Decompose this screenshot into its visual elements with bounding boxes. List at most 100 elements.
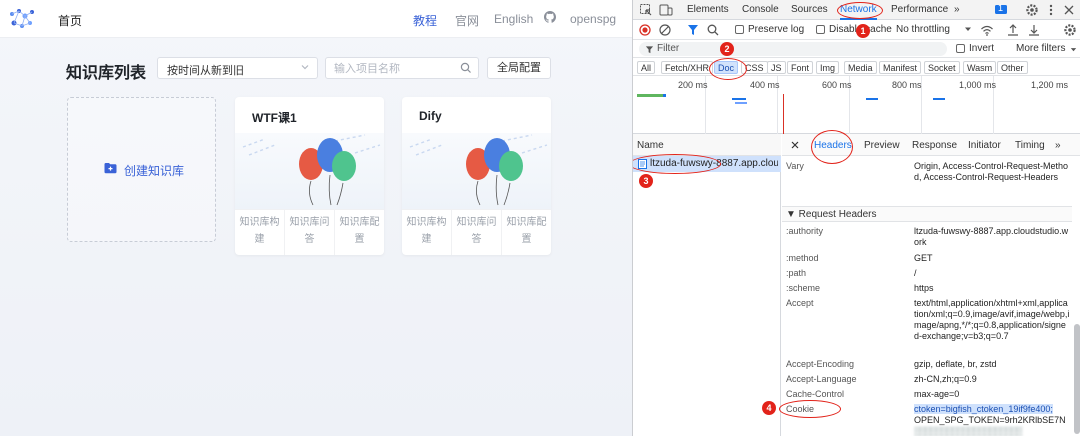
openspg-logo-icon[interactable] xyxy=(8,8,36,30)
timeline-tick-label: 600 ms xyxy=(822,80,852,90)
global-config-button[interactable]: 全局配置 xyxy=(487,57,551,79)
kb-card-actions: 知识库构建 知识库问答 知识库配置 xyxy=(235,209,384,255)
top-nav: 首页 教程 官网 English openspg xyxy=(0,0,632,38)
kb-build-action[interactable]: 知识库构建 xyxy=(402,210,452,255)
kb-card[interactable]: WTF课1 知识库构建 知识库问答 知识库配置 xyxy=(235,97,384,255)
annotation-ellipse-doc xyxy=(709,58,747,80)
tab-timing[interactable]: Timing xyxy=(1015,140,1045,151)
network-conditions-icon[interactable] xyxy=(980,23,994,37)
cookie-value-line2: OPEN_SPG_TOKEN=9rh2KRlbSE7N xyxy=(914,415,1066,425)
network-filter-bar: Filter Invert More filters xyxy=(633,40,1080,58)
header-value: Origin, Access-Control-Request-Method, A… xyxy=(914,161,1069,182)
sort-select[interactable]: 按时间从新到旧 xyxy=(157,57,318,79)
timeline-tick-label: 800 ms xyxy=(892,80,922,90)
search-icon[interactable] xyxy=(706,23,720,37)
annotation-ellipse-network xyxy=(837,2,883,19)
device-toggle-icon[interactable] xyxy=(659,3,673,17)
preserve-log-checkbox[interactable] xyxy=(735,25,744,34)
kb-config-action[interactable]: 知识库配置 xyxy=(502,210,551,255)
type-filter-socket[interactable]: Socket xyxy=(924,61,960,74)
type-filter-manifest[interactable]: Manifest xyxy=(879,61,922,74)
inspect-element-icon[interactable] xyxy=(639,3,653,17)
issues-count: 1 xyxy=(998,3,1004,13)
header-value: GET xyxy=(914,253,933,263)
timeline-bar xyxy=(866,98,878,100)
header-value: / xyxy=(914,268,917,278)
search-icon[interactable] xyxy=(460,62,472,74)
kb-card-actions: 知识库构建 知识库问答 知识库配置 xyxy=(402,209,551,255)
timeline-tick-label: 400 ms xyxy=(750,80,780,90)
tab-sources[interactable]: Sources xyxy=(791,4,828,15)
disable-cache-checkbox[interactable] xyxy=(816,25,825,34)
tab-elements[interactable]: Elements xyxy=(687,4,729,15)
search-field[interactable] xyxy=(325,57,479,79)
kb-config-action[interactable]: 知识库配置 xyxy=(335,210,384,255)
header-key: :method xyxy=(786,253,819,263)
type-filter-js[interactable]: JS xyxy=(767,61,786,74)
header-key: :scheme xyxy=(786,283,821,293)
gear-icon[interactable] xyxy=(1063,23,1077,37)
tab-preview[interactable]: Preview xyxy=(864,140,900,151)
tabs-overflow-button[interactable]: » xyxy=(954,4,960,15)
annotation-marker-2: 2 xyxy=(720,42,734,56)
timeline-tick-label: 1,200 ms xyxy=(1031,80,1069,90)
tab-console[interactable]: Console xyxy=(742,4,779,15)
clear-icon[interactable] xyxy=(658,23,672,37)
type-filter-all[interactable]: All xyxy=(637,61,656,74)
devtools-panel: Elements Console Sources Network Perform… xyxy=(632,0,1080,436)
create-kb-card[interactable]: 创建知识库 xyxy=(67,97,216,242)
kb-card-title: WTF课1 xyxy=(252,111,297,125)
caret-down-icon[interactable] xyxy=(1069,45,1078,54)
header-key: :authority xyxy=(786,226,824,236)
annotation-marker-1: 1 xyxy=(856,24,870,38)
type-filter-img[interactable]: Img xyxy=(816,61,840,74)
type-filter-media[interactable]: Media xyxy=(844,61,877,74)
filter-funnel-icon[interactable] xyxy=(686,23,700,37)
nav-openspg-link[interactable]: openspg xyxy=(570,12,616,26)
kb-card[interactable]: Dify 知识库构建 知识库问答 知识库配置 xyxy=(402,97,551,255)
close-icon[interactable] xyxy=(1062,3,1076,17)
download-icon[interactable] xyxy=(1027,23,1041,37)
search-input[interactable] xyxy=(334,61,454,76)
nav-tutorial-link[interactable]: 教程 xyxy=(413,12,437,29)
close-icon[interactable] xyxy=(790,140,800,150)
kb-build-action[interactable]: 知识库构建 xyxy=(235,210,285,255)
header-key: :path xyxy=(786,268,807,278)
request-headers-section[interactable]: ▼ Request Headers xyxy=(782,206,1072,222)
header-key: Accept-Language xyxy=(786,374,857,384)
kb-qa-action[interactable]: 知识库问答 xyxy=(452,210,502,255)
filter-input[interactable]: Filter xyxy=(639,42,947,56)
tab-performance[interactable]: Performance xyxy=(891,4,948,15)
invert-checkbox[interactable] xyxy=(956,44,965,53)
throttling-select[interactable]: No throttling xyxy=(896,24,950,35)
headers-content: Vary Origin, Access-Control-Request-Meth… xyxy=(782,156,1072,436)
more-vertical-icon[interactable] xyxy=(1044,3,1058,17)
github-icon[interactable] xyxy=(544,11,556,23)
detail-tabs-overflow[interactable]: » xyxy=(1055,140,1061,151)
header-value: max-age=0 xyxy=(914,389,960,399)
timeline-tick-label: 200 ms xyxy=(678,80,708,90)
kb-qa-action[interactable]: 知识库问答 xyxy=(285,210,335,255)
upload-icon[interactable] xyxy=(1006,23,1020,37)
timeline-bar xyxy=(663,94,666,97)
more-filters-button[interactable]: More filters xyxy=(1016,43,1065,54)
nav-home-link[interactable]: 首页 xyxy=(58,12,82,29)
network-overview-timeline[interactable]: 200 ms 400 ms 600 ms 800 ms 1,000 ms 1,2… xyxy=(633,76,1080,134)
type-filter-wasm[interactable]: Wasm xyxy=(963,61,997,74)
nav-language-link[interactable]: English xyxy=(494,12,533,26)
page-title: 知识库列表 xyxy=(66,65,147,82)
tab-initiator[interactable]: Initiator xyxy=(968,140,1001,151)
type-filter-other[interactable]: Other xyxy=(997,61,1028,74)
cookie-value[interactable]: ctoken=bigfish_ctoken_19if9fe400; xyxy=(914,404,1053,414)
tab-response[interactable]: Response xyxy=(912,140,957,151)
header-value: zh-CN,zh;q=0.9 xyxy=(914,374,977,384)
gear-icon[interactable] xyxy=(1025,3,1039,17)
type-filter-fetch-xhr[interactable]: Fetch/XHR xyxy=(661,61,714,74)
type-filter-font[interactable]: Font xyxy=(787,61,814,74)
record-stop-icon[interactable] xyxy=(638,23,652,37)
name-column-header[interactable]: Name xyxy=(633,134,781,156)
scrollbar-thumb[interactable] xyxy=(1074,324,1080,434)
header-key: Cache-Control xyxy=(786,389,845,399)
nav-site-link[interactable]: 官网 xyxy=(455,12,479,29)
caret-down-icon[interactable] xyxy=(963,24,973,34)
